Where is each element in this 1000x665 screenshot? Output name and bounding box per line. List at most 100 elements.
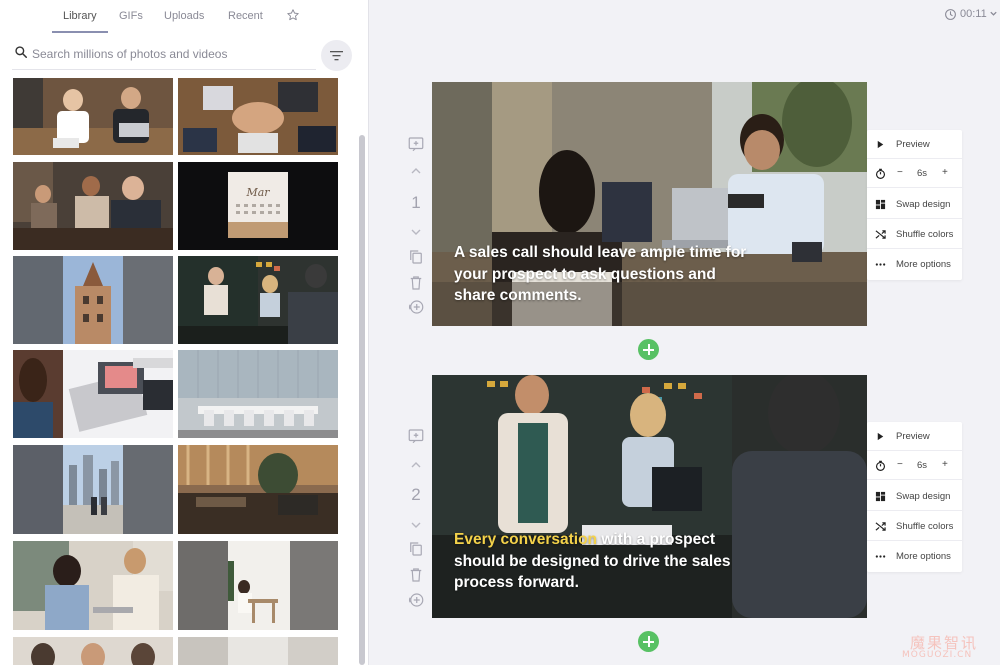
caption-line: your prospect to ask questions and (454, 264, 746, 286)
slide-1-caption[interactable]: A sales call should leave ample time for… (454, 242, 746, 307)
move-down-icon[interactable] (409, 520, 423, 530)
caption-line: should be designed to drive the sales (454, 551, 730, 573)
scrollbar-thumb[interactable] (359, 135, 365, 665)
shuffle-colors-button[interactable]: Shuffle colors (867, 220, 962, 249)
duplicate-icon[interactable] (407, 248, 425, 266)
play-icon (877, 140, 884, 149)
photo-thumbnail[interactable] (178, 637, 338, 665)
trash-icon[interactable] (407, 274, 425, 292)
shuffle-icon (875, 522, 886, 531)
slide-duration: 6s (917, 168, 928, 179)
slide-2-caption[interactable]: Every conversation with a prospect shoul… (454, 529, 730, 594)
trash-icon[interactable] (407, 566, 425, 584)
photo-thumbnail[interactable] (13, 256, 173, 344)
shuffle-icon (875, 230, 886, 239)
watermark-url: MOGUOZI.CN (902, 650, 973, 660)
add-slide-button[interactable] (638, 339, 659, 360)
tab-gifs[interactable]: GIFs (119, 10, 143, 22)
slide-number: 1 (411, 193, 421, 212)
add-slide-button[interactable] (638, 631, 659, 652)
shuffle-colors-label: Shuffle colors (896, 229, 954, 240)
search-bar (12, 44, 316, 70)
photo-thumbnail[interactable] (178, 78, 338, 155)
decrease-duration-button[interactable]: − (897, 459, 903, 470)
more-options-button[interactable]: More options (867, 250, 962, 279)
caption-text: process forward. (454, 574, 579, 591)
tab-library[interactable]: Library (63, 10, 97, 22)
layout-icon (875, 491, 886, 502)
layout-icon (875, 199, 886, 210)
photo-thumbnail[interactable] (13, 445, 173, 534)
photo-thumbnail[interactable] (13, 637, 173, 665)
media-library-panel: Library GIFs Uploads Recent Mar (0, 0, 369, 665)
increase-duration-button[interactable]: + (942, 167, 948, 178)
duration-control: − 6s + (867, 451, 962, 480)
photo-thumbnail[interactable] (178, 256, 338, 344)
slide-2-menu: Preview − 6s + Swap design Shuffle color… (867, 422, 962, 572)
timer-icon (875, 460, 886, 471)
more-icon (875, 555, 886, 558)
library-tabs: Library GIFs Uploads Recent (0, 0, 368, 34)
add-slide-icon[interactable] (407, 591, 425, 609)
preview-label: Preview (896, 139, 930, 150)
caption-text: share comments. (454, 287, 582, 304)
play-icon (877, 432, 884, 441)
caption-text: A sales call should leave ample time for (454, 244, 747, 261)
tab-uploads[interactable]: Uploads (164, 10, 204, 22)
preview-label: Preview (896, 431, 930, 442)
move-up-icon[interactable] (409, 166, 423, 176)
photo-thumbnail[interactable]: Mar (178, 162, 338, 250)
caption-text: with a prospect (597, 531, 716, 548)
watermark: 魔果智讯 MOGUOZI.CN (902, 632, 994, 662)
photo-thumbnail[interactable] (178, 350, 338, 438)
slide-1-menu: Preview − 6s + Swap design Shuffle color… (867, 130, 962, 280)
svg-text:Mar: Mar (245, 186, 270, 199)
filter-button[interactable] (321, 40, 352, 71)
photo-thumbnail[interactable] (13, 78, 173, 155)
add-text-icon[interactable] (407, 135, 425, 153)
photo-thumbnail[interactable] (13, 350, 173, 438)
more-icon (875, 263, 886, 266)
timer-icon (875, 168, 886, 179)
filter-icon (330, 51, 343, 61)
slide-2[interactable]: Every conversation with a prospect shoul… (432, 375, 867, 618)
caption-line: Every conversation with a prospect (454, 529, 730, 551)
chevron-down-icon[interactable] (989, 9, 998, 18)
caption-line: process forward. (454, 572, 730, 594)
swap-design-button[interactable]: Swap design (867, 190, 962, 219)
caption-text: should be designed to drive the sales (454, 552, 731, 570)
more-options-label: More options (896, 259, 951, 270)
swap-design-button[interactable]: Swap design (867, 482, 962, 511)
caption-highlight-text: Every conversation (454, 531, 598, 548)
caption-line: share comments. (454, 285, 746, 307)
duration-control: − 6s + (867, 159, 962, 188)
duplicate-icon[interactable] (407, 540, 425, 558)
more-options-label: More options (896, 551, 951, 562)
search-input[interactable] (32, 46, 312, 62)
shuffle-colors-button[interactable]: Shuffle colors (867, 512, 962, 541)
photo-thumbnail[interactable] (13, 162, 173, 250)
duration-text: 00:11 (960, 8, 987, 20)
active-tab-indicator (52, 31, 108, 33)
slide-number: 2 (411, 485, 421, 504)
photo-thumbnail[interactable] (178, 445, 338, 534)
clock-icon (945, 9, 956, 20)
add-text-icon[interactable] (407, 427, 425, 445)
add-slide-icon[interactable] (407, 298, 425, 316)
preview-button[interactable]: Preview (867, 422, 962, 451)
preview-button[interactable]: Preview (867, 130, 962, 159)
swap-design-label: Swap design (896, 199, 951, 210)
star-icon[interactable] (286, 8, 300, 22)
slide-duration: 6s (917, 460, 928, 471)
search-icon (15, 46, 28, 59)
decrease-duration-button[interactable]: − (897, 167, 903, 178)
slide-1[interactable]: A sales call should leave ample time for… (432, 82, 867, 326)
increase-duration-button[interactable]: + (942, 459, 948, 470)
more-options-button[interactable]: More options (867, 542, 962, 571)
tab-recent[interactable]: Recent (228, 10, 263, 22)
swap-design-label: Swap design (896, 491, 951, 502)
move-up-icon[interactable] (409, 460, 423, 470)
photo-thumbnail[interactable] (13, 541, 173, 630)
move-down-icon[interactable] (409, 227, 423, 237)
photo-thumbnail[interactable] (178, 541, 338, 630)
